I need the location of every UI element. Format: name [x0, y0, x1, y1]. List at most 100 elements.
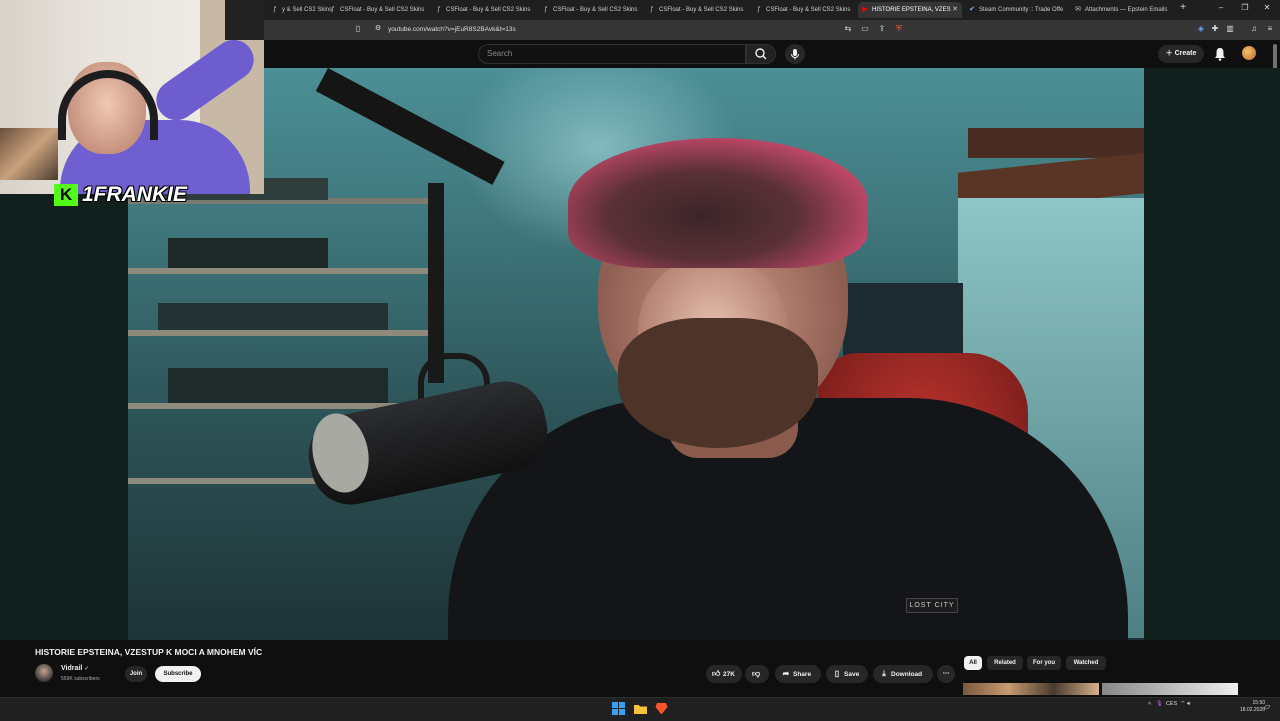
browser-tab[interactable]: ƒ CSFloat - Buy & Sell CS2 Skins	[539, 2, 641, 18]
csfloat-icon: ƒ	[437, 6, 441, 13]
more-icon: ⋯	[942, 670, 950, 677]
extensions-icon[interactable]: ✚	[1210, 24, 1220, 34]
browser-tab[interactable]: ƒ CSFloat - Buy & Sell CS2 Skins	[326, 2, 428, 18]
notifications-button[interactable]	[1212, 46, 1228, 62]
youtube-icon: ▶	[862, 6, 868, 13]
share-page-icon[interactable]: ⇪	[877, 24, 887, 34]
plus-icon: ＋	[1165, 50, 1173, 57]
wifi-icon[interactable]: ⌔	[1180, 701, 1185, 707]
tab-label: CSFloat - Buy & Sell CS2 Skins	[553, 7, 638, 13]
shirt-badge: LOST CITY	[906, 598, 958, 613]
chip-watched[interactable]: Watched	[1066, 656, 1106, 670]
chevron-up-icon[interactable]: ˄	[1148, 701, 1151, 707]
mic-tray-icon[interactable]: 🎙︎	[1156, 701, 1163, 707]
bell-icon	[1215, 48, 1225, 61]
brave-shield-icon[interactable]: ⛨	[894, 24, 904, 34]
tab-label: CSFloat - Buy & Sell CS2 Skins	[766, 7, 851, 13]
webcam-painting	[0, 128, 58, 180]
channel-avatar[interactable]	[35, 664, 53, 682]
brave-browser-icon[interactable]	[655, 702, 668, 715]
browser-tab[interactable]: ƒ CSFloat - Buy & Sell CS2 Skins	[432, 2, 534, 18]
mail-icon: ✉	[1075, 6, 1081, 13]
download-label: Download	[891, 671, 923, 678]
tab-label: Attachments — Epstein Emails	[1085, 7, 1168, 13]
subscribe-button[interactable]: Subscribe	[155, 666, 201, 682]
shelf-items	[168, 238, 328, 268]
search-button[interactable]	[746, 44, 776, 64]
account-avatar[interactable]	[1242, 46, 1256, 60]
windows-logo	[612, 702, 625, 715]
create-label: Create	[1174, 50, 1197, 57]
taskbar-clock[interactable]: 15:50 18.02.2026	[1240, 700, 1265, 714]
browser-tab[interactable]: ƒ CSFloat - Buy & Sell CS2 Skins	[752, 2, 854, 18]
screenshot-icon[interactable]: ▭	[860, 24, 870, 34]
clock-time: 15:50	[1252, 700, 1266, 706]
browser-tab[interactable]: ✉ Attachments — Epstein Emails	[1071, 2, 1173, 18]
dislike-button[interactable]: 👎︎	[745, 665, 769, 683]
person-hair	[568, 138, 868, 268]
tab-label: y & Sell CS2 Skins	[282, 7, 333, 13]
thumbs-down-icon: 👎︎	[751, 669, 761, 678]
tab-label: CSFloat - Buy & Sell CS2 Skins	[659, 7, 744, 13]
csfloat-icon: ƒ	[757, 6, 761, 13]
more-actions-button[interactable]: ⋯	[937, 665, 955, 683]
save-label: Save	[844, 671, 860, 678]
person-beard	[618, 318, 818, 448]
search-input[interactable]: Search	[478, 44, 746, 64]
browser-tab-active[interactable]: ▶ HISTORIE EPSTEINA, VZES ✕	[858, 2, 962, 18]
voice-search-button[interactable]	[785, 44, 805, 64]
lang-indicator[interactable]: CES	[1166, 701, 1177, 707]
streamer-webcam	[0, 0, 264, 194]
sidebar-icon[interactable]: ▥	[1225, 24, 1235, 34]
share-label: Share	[793, 671, 812, 678]
browser-tab[interactable]: ✔ Steam Community :: Trade Offe	[965, 2, 1067, 18]
chip-for-you[interactable]: For you	[1027, 656, 1061, 670]
new-tab-button[interactable]: +	[1176, 2, 1190, 13]
like-button[interactable]: 👍︎ 27K	[706, 665, 742, 683]
chip-related[interactable]: Related	[987, 656, 1023, 670]
browser-tab[interactable]: ƒ CSFloat - Buy & Sell CS2 Skins	[645, 2, 747, 18]
share-button[interactable]: ➦ Share	[775, 665, 821, 683]
notifications-tray-icon[interactable]: ▱	[1264, 702, 1270, 711]
video-frame[interactable]: LOST CITY	[128, 68, 1144, 640]
tab-label: Steam Community :: Trade Offe	[979, 7, 1064, 13]
brave-lion-shape	[655, 703, 668, 715]
verified-icon: ✓	[84, 666, 90, 672]
tab-label: HISTORIE EPSTEINA, VZES	[872, 7, 951, 13]
minimize-icon[interactable]: –	[1214, 3, 1228, 12]
recommended-thumbnail[interactable]	[1102, 683, 1238, 695]
share-icon: ➦	[782, 669, 790, 678]
bookmark-icon[interactable]: ▯	[353, 24, 363, 34]
webcam-mic	[225, 0, 264, 40]
like-count: 27K	[723, 671, 735, 678]
menu-icon[interactable]: ≡	[1265, 24, 1275, 34]
channel-name[interactable]: Vidrail ✓	[61, 665, 89, 672]
bookmark-save-icon: ▯	[834, 669, 840, 678]
close-tab-icon[interactable]: ✕	[952, 2, 958, 18]
windows-start-icon[interactable]	[612, 702, 625, 715]
media-icon[interactable]: ♫	[1249, 24, 1259, 34]
folder-shape	[634, 705, 647, 714]
site-info-icon[interactable]: ⚙	[373, 24, 383, 34]
create-button[interactable]: ＋ Create	[1158, 45, 1204, 63]
shelf-items	[158, 303, 388, 330]
search-placeholder: Search	[487, 49, 513, 58]
translate-icon[interactable]: ⇆	[843, 24, 853, 34]
file-explorer-icon[interactable]	[634, 702, 647, 715]
recommended-thumbnail[interactable]	[963, 683, 1099, 695]
leo-ai-icon[interactable]: ◈	[1196, 24, 1206, 34]
volume-icon[interactable]: 🔊︎	[1187, 701, 1190, 707]
download-button[interactable]: ⤓ Download	[873, 665, 933, 683]
system-tray[interactable]: ˄ 🎙︎ CES ⌔ 🔊︎	[1148, 700, 1190, 708]
save-button[interactable]: ▯ Save	[826, 665, 868, 683]
csfloat-icon: ƒ	[331, 6, 335, 13]
join-button[interactable]: Join	[125, 666, 147, 682]
url-field[interactable]: youtube.com/watch?v=jEuR8S2BAvk&t=13s	[388, 22, 908, 38]
close-window-icon[interactable]: ✕	[1260, 3, 1274, 12]
chip-all[interactable]: All	[964, 656, 982, 670]
tab-label: CSFloat - Buy & Sell CS2 Skins	[446, 7, 531, 13]
csfloat-icon: ƒ	[650, 6, 654, 13]
maximize-icon[interactable]: ❐	[1238, 3, 1252, 12]
thumbs-up-icon: 👍︎	[711, 669, 721, 678]
download-icon: ⤓	[882, 669, 886, 678]
